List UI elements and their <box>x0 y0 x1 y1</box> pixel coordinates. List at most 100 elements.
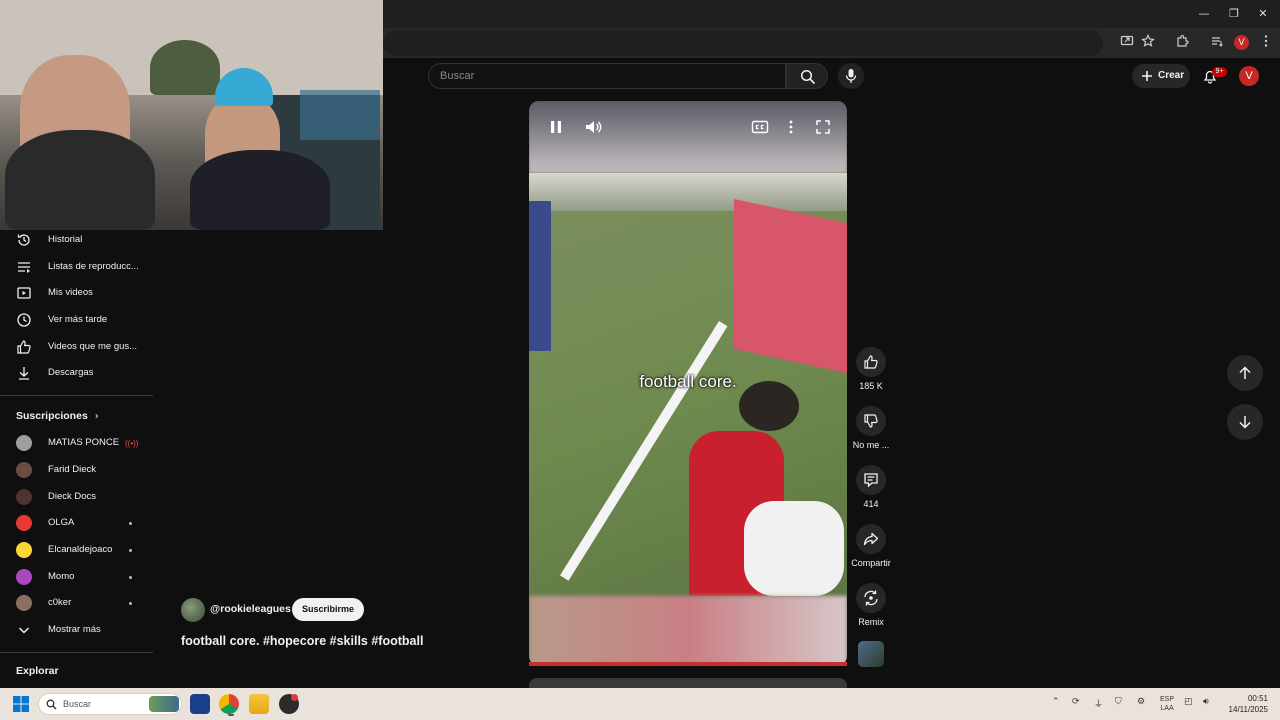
clock[interactable]: 00:51 14/11/2025 <box>1224 693 1268 715</box>
channel-name[interactable]: @rookieleagues <box>210 603 291 615</box>
explore-heading: Explorar <box>16 665 59 677</box>
new-content-dot <box>129 522 132 525</box>
channel-avatar <box>16 515 32 531</box>
channel-avatar <box>16 435 32 451</box>
sidebar-item-watch-later[interactable]: Ver más tarde <box>0 307 153 333</box>
media-controls-icon[interactable] <box>1208 34 1226 52</box>
show-more-button[interactable]: Mostrar más <box>0 617 153 643</box>
install-app-icon[interactable] <box>1118 34 1136 52</box>
search-highlight-image <box>149 696 179 712</box>
taskbar-search[interactable]: Buscar <box>38 693 182 715</box>
usb-icon[interactable]: ⏚ <box>1094 697 1103 710</box>
subscription-name: Dieck Docs <box>48 491 97 502</box>
thumbs-up-icon <box>864 355 878 369</box>
subscription-item[interactable]: Farid Dieck <box>0 457 153 483</box>
subscription-name: MATIAS PONCE <box>48 437 120 448</box>
browser-menu-icon[interactable] <box>1257 34 1275 52</box>
live-indicator-icon: ((•)) <box>125 439 139 448</box>
subscription-item[interactable]: OLGA <box>0 510 153 536</box>
fullscreen-icon[interactable] <box>813 117 833 137</box>
watch-later-icon <box>17 313 31 327</box>
search-button[interactable] <box>786 63 828 89</box>
chrome-icon[interactable] <box>219 694 239 714</box>
create-button[interactable]: Crear <box>1132 64 1190 88</box>
sidebar-item-my-videos[interactable]: Mis videos <box>0 280 153 306</box>
subscription-name: c0ker <box>48 597 72 608</box>
security-shield-icon[interactable]: ⛉ <box>1115 697 1122 707</box>
webcam-overlay <box>0 0 383 230</box>
minimize-icon[interactable]: — <box>1195 5 1213 23</box>
sound-thumbnail[interactable] <box>858 641 884 667</box>
comments-button[interactable]: 414 <box>850 465 892 509</box>
search-placeholder: Buscar <box>440 70 475 82</box>
sidebar-item-history[interactable]: Historial <box>0 227 153 253</box>
subscriptions-heading[interactable]: Suscripciones › <box>16 410 99 422</box>
search-icon <box>800 69 816 85</box>
restore-icon[interactable]: ❐ <box>1225 5 1243 23</box>
address-bar[interactable] <box>383 30 1103 56</box>
channel-avatar[interactable] <box>181 598 205 622</box>
sidebar-item-liked-videos[interactable]: Videos que me gus... <box>0 334 153 360</box>
subscription-item[interactable]: Momo <box>0 564 153 590</box>
voice-search-button[interactable] <box>838 63 864 89</box>
captions-icon[interactable] <box>750 117 770 137</box>
bookmark-star-icon[interactable] <box>1139 34 1157 52</box>
clock-time: 00:51 <box>1247 694 1268 703</box>
subscribe-button[interactable]: Suscribirme <box>292 598 364 621</box>
subscription-name: Farid Dieck <box>48 464 97 475</box>
extensions-icon[interactable] <box>1173 34 1191 52</box>
channel-avatar <box>16 569 32 585</box>
next-short-button[interactable] <box>1227 404 1263 440</box>
sync-icon[interactable]: ⟳ <box>1072 697 1080 707</box>
plus-icon <box>1142 71 1152 81</box>
close-icon[interactable]: ✕ <box>1254 5 1272 23</box>
channel-avatar <box>16 489 32 505</box>
sidebar-item-downloads[interactable]: Descargas <box>0 360 153 386</box>
network-icon[interactable]: ◰ <box>1184 697 1193 707</box>
new-content-dot <box>129 602 132 605</box>
previous-short-button[interactable] <box>1227 355 1263 391</box>
like-button[interactable]: 185 K <box>850 347 892 391</box>
subscription-name: Elcanaldejoaco <box>48 544 113 555</box>
sidebar-item-label: Mis videos <box>48 287 93 298</box>
browser-profile-avatar[interactable]: V <box>1234 35 1249 50</box>
dislike-button[interactable]: No me ... <box>850 406 892 450</box>
subscription-item[interactable]: Dieck Docs <box>0 484 153 510</box>
arrow-down-icon <box>1239 416 1251 429</box>
more-options-icon[interactable] <box>781 117 801 137</box>
subscription-item[interactable]: c0ker <box>0 590 153 616</box>
comment-count: 414 <box>863 499 879 509</box>
sidebar-item-playlists[interactable]: Listas de reproducc... <box>0 254 153 280</box>
dislike-label: No me ... <box>852 440 890 450</box>
volume-icon[interactable] <box>583 117 603 137</box>
windows-start-icon[interactable] <box>12 695 30 713</box>
thumbs-down-icon <box>864 414 878 428</box>
sidebar-item-label: Videos que me gus... <box>48 341 138 352</box>
remix-button[interactable]: Remix <box>850 583 892 627</box>
video-title[interactable]: football core. #hopecore #skills #footba… <box>181 634 423 648</box>
show-more-label: Mostrar más <box>48 624 101 635</box>
tray-app-icon[interactable]: ⚙ <box>1137 697 1145 707</box>
subscription-item[interactable]: Elcanaldejoaco <box>0 537 153 563</box>
account-avatar[interactable]: V <box>1239 66 1259 86</box>
search-input[interactable]: Buscar <box>428 63 786 89</box>
sidebar-item-label: Listas de reproducc... <box>48 261 139 272</box>
arrow-up-icon <box>1239 366 1251 379</box>
taskbar-search-placeholder: Buscar <box>63 699 92 709</box>
video-progress-bar[interactable] <box>529 662 847 666</box>
pause-icon[interactable] <box>546 117 566 137</box>
sidebar-item-label: Descargas <box>48 367 94 378</box>
download-icon <box>19 367 29 380</box>
search-icon <box>46 699 57 710</box>
file-explorer-icon[interactable] <box>249 694 269 714</box>
comment-icon <box>864 473 878 488</box>
language-indicator[interactable]: ESP LAA <box>1160 695 1174 713</box>
chevron-down-icon <box>19 627 29 634</box>
chevron-up-icon[interactable]: ⌃ <box>1052 697 1060 707</box>
taskbar-app-icon[interactable] <box>190 694 210 714</box>
share-button[interactable]: Compartir <box>850 524 892 568</box>
chevron-right-icon: › <box>94 411 99 422</box>
microphone-icon <box>845 69 857 83</box>
subscription-item[interactable]: MATIAS PONCE ((•)) <box>0 430 153 456</box>
volume-icon[interactable]: 🔊︎ <box>1203 697 1209 707</box>
